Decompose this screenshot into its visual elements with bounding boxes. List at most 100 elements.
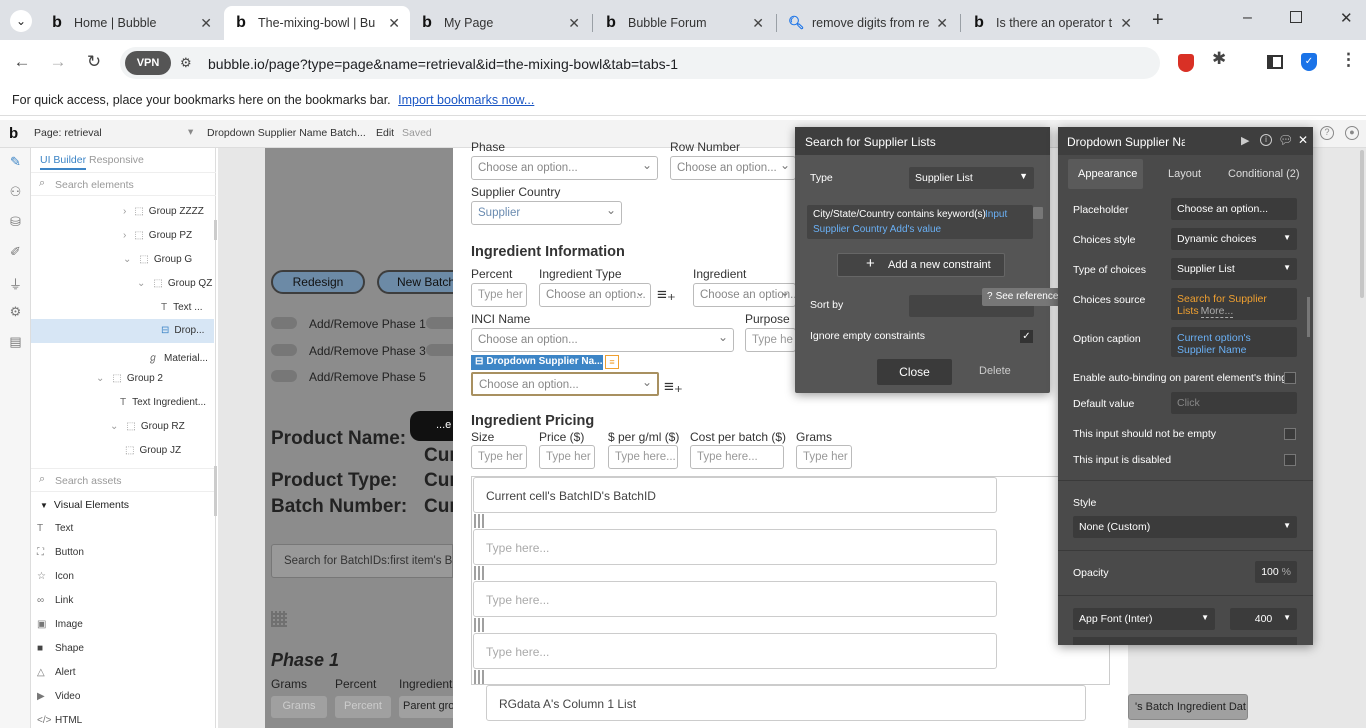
font-weight-dropdown[interactable]: 400 ▼ xyxy=(1230,608,1297,630)
restore-window-icon[interactable] xyxy=(1290,11,1302,23)
selected-element-tag[interactable]: ⊟ Dropdown Supplier Na... xyxy=(471,355,603,370)
palette-alert[interactable]: △ Alert xyxy=(37,667,76,678)
user-account-icon[interactable]: ● xyxy=(1345,126,1359,140)
visual-elements-header[interactable]: ▼ Visual Elements xyxy=(40,499,129,511)
tree-item[interactable]: ⌄ ⬚ Group RZ xyxy=(110,421,185,432)
inci-name-dropdown[interactable]: Choose an option... xyxy=(471,328,734,352)
canvas-scrollbar[interactable] xyxy=(1360,150,1364,298)
constraint-value-link[interactable]: Supplier Country Add's value xyxy=(813,224,941,235)
repeating-group-cell[interactable]: Current cell's BatchID's BatchID xyxy=(473,477,997,513)
tree-item[interactable]: › ⬚ Group PZ xyxy=(123,230,192,241)
cost-per-batch-input[interactable]: Type here... xyxy=(690,445,784,469)
tree-item[interactable]: T Text Ingredient... xyxy=(120,397,206,408)
phase-toggle[interactable] xyxy=(426,344,453,356)
panel-scrollbar[interactable] xyxy=(1307,297,1310,337)
add-list-icon[interactable]: ≡₊ xyxy=(664,377,683,397)
black-action-button[interactable]: ...e xyxy=(410,411,453,441)
close-tab-icon[interactable]: ✕ xyxy=(936,15,948,32)
font-dropdown[interactable]: App Font (Inter) ▼ xyxy=(1073,608,1215,630)
info-icon[interactable]: i xyxy=(1260,134,1272,146)
close-tab-icon[interactable]: ✕ xyxy=(388,15,400,32)
tab-the-mixing-bowl[interactable]: b The-mixing-bowl | Bu ✕ xyxy=(224,6,410,40)
tab-my-page[interactable]: b My Page ✕ xyxy=(410,6,590,40)
per-gram-input[interactable]: Type here... xyxy=(608,445,678,469)
ingredient-type-dropdown[interactable]: Choose an option... xyxy=(539,283,651,307)
tree-item[interactable]: ⊟ Drop... xyxy=(161,325,204,336)
comment-icon[interactable]: 💬︎ xyxy=(1278,133,1293,147)
add-list-icon[interactable]: ≡₊ xyxy=(657,285,676,305)
tab-remove-digits[interactable]: 🔍︎ remove digits from re ✕ xyxy=(778,6,958,40)
repeating-group-cell[interactable]: Type here... xyxy=(473,581,997,617)
site-info-icon[interactable]: ⚙ xyxy=(180,55,192,71)
repeating-group-cell[interactable]: Type here... xyxy=(473,633,997,669)
tab-bubble-forum[interactable]: b Bubble Forum ✕ xyxy=(594,6,774,40)
logs-tab-icon[interactable]: ▤ xyxy=(8,334,23,349)
tab-ui-builder[interactable]: UI Builder xyxy=(40,154,87,170)
search-assets-box[interactable]: ⌕ Search assets xyxy=(31,468,214,492)
default-value-field[interactable]: Click xyxy=(1171,392,1297,414)
search-elements-box[interactable]: ⌕ Search elements xyxy=(31,172,216,196)
phase-toggle[interactable] xyxy=(426,317,453,329)
side-panel-icon[interactable] xyxy=(1267,55,1283,69)
palette-shape[interactable]: ■ Shape xyxy=(37,643,84,654)
grid-handle-icon[interactable] xyxy=(271,611,287,627)
tree-item[interactable]: ℊ Material... xyxy=(148,349,208,364)
tab-appearance[interactable]: Appearance xyxy=(1068,159,1143,189)
tree-item[interactable]: › ⬚ Group ZZZZ xyxy=(123,206,204,217)
add-constraint-button[interactable]: + Add a new constraint xyxy=(837,253,1005,277)
browser-menu-icon[interactable]: ⋮ xyxy=(1340,50,1357,70)
tree-item[interactable]: ⌄ ⬚ Group 2 xyxy=(96,373,163,384)
tree-item[interactable]: ⌄ ⬚ Group G xyxy=(123,254,192,265)
close-tab-icon[interactable]: ✕ xyxy=(1120,15,1132,32)
conditional-indicator-icon[interactable]: ≡ xyxy=(605,355,619,369)
edit-menu[interactable]: Edit xyxy=(376,127,394,139)
extension-shield-icon[interactable] xyxy=(1178,54,1194,72)
palette-text[interactable]: T Text xyxy=(37,523,73,534)
palette-button[interactable]: ⛶ Button xyxy=(37,547,84,558)
preview-icon[interactable]: ▶ xyxy=(1241,134,1249,147)
phase-toggle[interactable] xyxy=(271,344,297,356)
delete-button[interactable]: Delete xyxy=(979,365,1011,377)
placeholder-field[interactable]: Choose an option... xyxy=(1171,198,1297,220)
constraint-input-link[interactable]: Input xyxy=(985,209,1007,220)
tab-home-bubble[interactable]: b Home | Bubble ✕ xyxy=(40,6,222,40)
forward-arrow-icon[interactable]: → xyxy=(46,52,70,72)
phase-dropdown[interactable]: Choose an option... xyxy=(471,156,658,180)
phase-toggle[interactable] xyxy=(271,317,297,329)
drag-handle-icon[interactable] xyxy=(474,670,486,684)
purpose-input[interactable]: Type he xyxy=(745,328,796,352)
drag-handle-icon[interactable] xyxy=(474,514,486,528)
assets-scrollbar[interactable] xyxy=(214,466,217,516)
palette-icon[interactable]: ☆ Icon xyxy=(37,571,74,582)
tree-item[interactable]: ⬚ Group JZ xyxy=(125,445,181,456)
grams-input[interactable]: Type her xyxy=(796,445,852,469)
tab-search-dropdown-icon[interactable]: ⌄ xyxy=(10,10,32,32)
close-tab-icon[interactable]: ✕ xyxy=(752,15,764,32)
dropdown-supplier-name-batch[interactable]: Choose an option... xyxy=(471,372,659,396)
page-selector[interactable]: Page: retrieval ▾ xyxy=(34,126,196,139)
choices-source-expression[interactable]: Search for Supplier Lists More... xyxy=(1171,288,1297,320)
bubble-logo-icon[interactable]: b xyxy=(9,125,18,142)
data-tab-icon[interactable]: ⛁ xyxy=(8,214,23,229)
drag-handle-icon[interactable] xyxy=(474,618,486,632)
workflow-tab-icon[interactable]: ⚇ xyxy=(8,184,23,199)
opacity-input[interactable]: 100 % xyxy=(1255,561,1297,583)
row-number-dropdown[interactable]: Choose an option... xyxy=(670,156,796,180)
phase-1-percent-input[interactable]: Percent xyxy=(335,696,391,718)
more-link[interactable]: More... xyxy=(1200,305,1234,318)
extensions-puzzle-icon[interactable]: ✱ xyxy=(1212,49,1226,69)
tab-layout[interactable]: Layout xyxy=(1158,159,1211,189)
tab-responsive[interactable]: Responsive xyxy=(89,154,144,166)
reload-icon[interactable]: ↻ xyxy=(82,52,106,72)
close-button[interactable]: Close xyxy=(877,359,952,385)
design-tab-icon[interactable]: ✎ xyxy=(8,154,23,169)
close-window-icon[interactable]: ✕ xyxy=(1340,9,1353,27)
tree-item[interactable]: ⌄ ⬚ Group QZ xyxy=(137,278,212,289)
close-panel-icon[interactable]: ✕ xyxy=(1298,133,1308,147)
delete-constraint-icon[interactable] xyxy=(1033,207,1043,219)
search-batchids-input[interactable]: Search for BatchIDs:first item's B xyxy=(271,544,453,578)
new-tab-plus-icon[interactable]: + xyxy=(1152,9,1164,32)
close-tab-icon[interactable]: ✕ xyxy=(200,15,212,32)
palette-video[interactable]: ▶ Video xyxy=(37,691,80,702)
tab-conditional[interactable]: Conditional (2) xyxy=(1218,159,1310,189)
